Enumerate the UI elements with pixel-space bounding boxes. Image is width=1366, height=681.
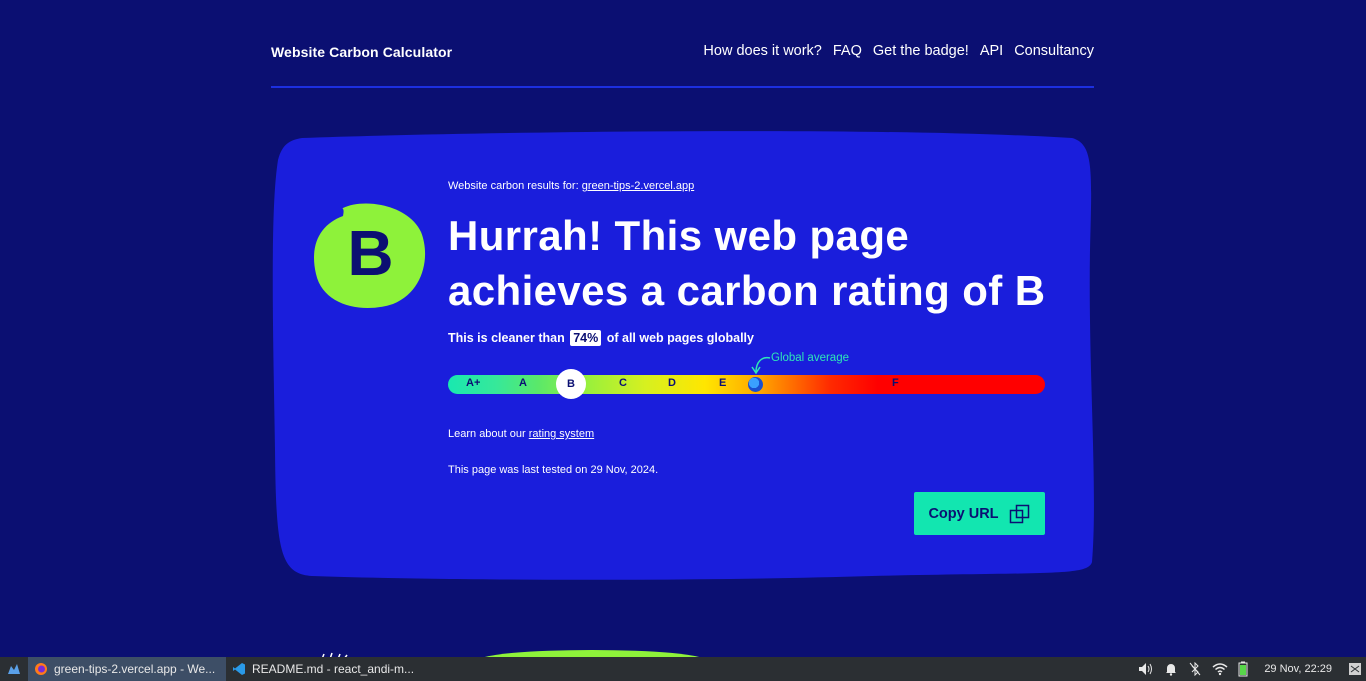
curved-arrow-icon [751,356,771,375]
start-menu-icon [8,664,20,674]
site-link[interactable]: green-tips-2.vercel.app [582,180,695,192]
taskbar-task-browser[interactable]: green-tips-2.vercel.app - We... [28,657,226,681]
current-grade-marker: B [556,369,586,399]
system-tray: 29 Nov, 22:29 [1138,661,1366,677]
task-label: README.md - react_andi-m... [252,662,415,676]
scale-label-c: C [619,377,627,389]
page-title: Hurrah! This web page achieves a carbon … [448,212,1046,314]
copy-url-button[interactable]: Copy URL [914,492,1045,535]
taskbar-clock[interactable]: 29 Nov, 22:29 [1264,663,1332,675]
taskbar-task-editor[interactable]: README.md - react_andi-m... [226,657,422,681]
cleaner-percent-badge: 74% [570,330,602,346]
scale-label-e: E [719,377,727,389]
results-for-line: Website carbon results for: green-tips-2… [448,180,694,192]
cleaner-prefix: This is cleaner than [448,331,565,345]
grade-badge: B [313,202,428,310]
task-label: green-tips-2.vercel.app - We... [54,662,216,676]
last-tested-text: This page was last tested on 29 Nov, 202… [448,464,659,476]
nav-how-it-works[interactable]: How does it work? [703,43,821,59]
copy-url-label: Copy URL [928,505,999,522]
scale-label-d: D [668,377,676,389]
volume-icon[interactable] [1138,662,1154,676]
cleaner-than-line: This is cleaner than 74% of all web page… [448,330,754,346]
vscode-icon [233,663,245,675]
global-average-label: Global average [771,352,849,364]
scale-label-a-plus: A+ [466,377,481,389]
battery-icon[interactable] [1238,661,1248,677]
rating-system-link[interactable]: rating system [529,428,594,440]
scale-label-a: A [519,377,527,389]
globe-icon [748,377,763,392]
grade-letter: B [347,217,394,289]
scale-label-f: F [892,377,899,389]
learn-prefix: Learn about our [448,428,526,440]
nav-api[interactable]: API [980,43,1003,59]
learn-line: Learn about our rating system [448,428,594,440]
firefox-icon [35,663,47,675]
os-taskbar: green-tips-2.vercel.app - We... README.m… [0,657,1366,681]
nav-consultancy[interactable]: Consultancy [1014,43,1094,59]
copy-icon [1009,504,1029,523]
main-nav: How does it work? FAQ Get the badge! API… [703,43,1094,59]
site-header: Website Carbon Calculator How does it wo… [271,0,1094,88]
notification-bell-icon[interactable] [1164,662,1178,676]
cleaner-suffix: of all web pages globally [606,331,754,345]
start-menu-button[interactable] [0,657,28,681]
show-desktop-icon[interactable] [1348,662,1362,676]
nav-get-badge[interactable]: Get the badge! [873,43,969,59]
result-card: B Website carbon results for: green-tips… [272,130,1094,582]
brand-logo-text[interactable]: Website Carbon Calculator [271,44,452,60]
results-for-label: Website carbon results for: [448,180,579,192]
wifi-icon[interactable] [1212,662,1228,676]
rating-scale: A+ A B C D E F [448,369,1045,399]
nav-faq[interactable]: FAQ [833,43,862,59]
bluetooth-off-icon[interactable] [1188,662,1202,676]
